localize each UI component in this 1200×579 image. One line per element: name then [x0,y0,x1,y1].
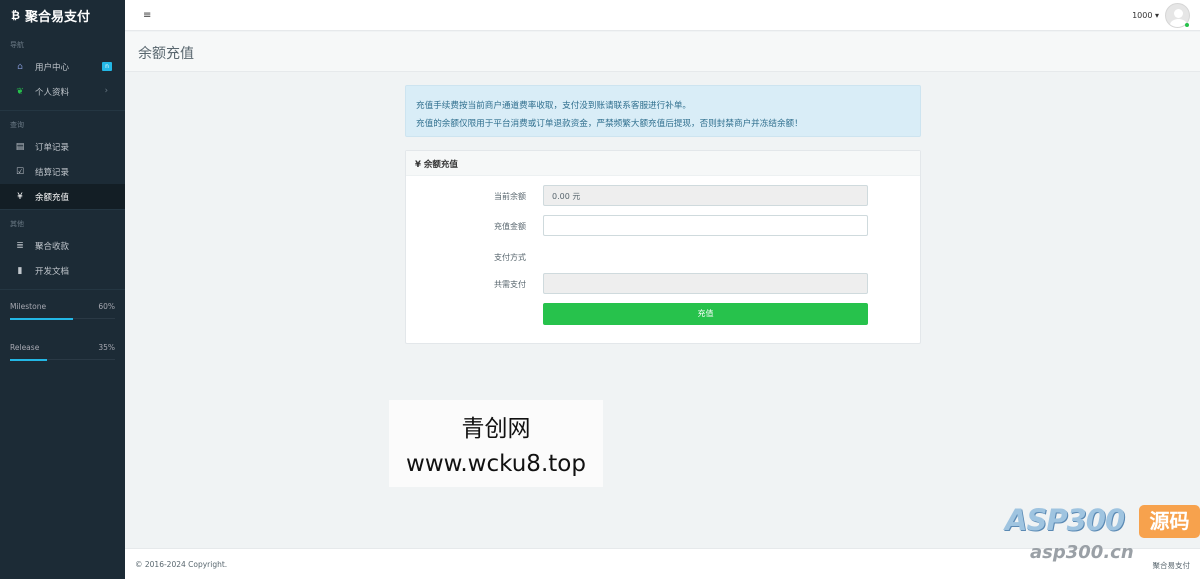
sidebar-item-orders[interactable]: ▤ 订单记录 [0,134,125,159]
method-row: 支付方式 [406,246,922,268]
leaf-icon: ❦ [16,86,24,97]
yen-icon: ¥ [17,191,23,202]
brand[interactable]: ₿ 聚合易支付 [0,0,125,31]
sidebar-item-label: 订单记录 [35,142,70,153]
sidebar-item-label: 余额充值 [35,192,70,203]
sidebar: ₿ 聚合易支付 导航 ⌂ 用户中心 n ❦ 个人资料 › 查询 ▤ 订单记录 ☑… [0,0,125,579]
new-badge: n [102,62,112,71]
amount-input[interactable] [543,215,868,236]
home-icon: ⌂ [17,61,23,72]
check-square-icon: ☑ [15,166,25,177]
asp300-url: asp300.cn [1030,542,1134,563]
sidebar-item-user-center[interactable]: ⌂ 用户中心 n [0,54,125,79]
total-row: 共需支付 [406,273,922,295]
menu-toggle-icon[interactable]: ≡ [143,10,151,21]
nav-heading: 导航 [10,41,24,49]
recharge-panel: ¥ 余额充值 当前余额 0.00 元 充值金额 支付方式 共需支付 充值 [405,150,921,344]
progress-fill [10,359,47,361]
sidebar-item-label: 开发文档 [35,266,70,277]
page-title: 余额充值 [138,46,194,62]
sidebar-item-profile[interactable]: ❦ 个人资料 › [0,79,125,104]
progress-bar [10,318,115,320]
list-alt-icon: ≣ [16,240,24,251]
current-balance-field: 0.00 元 [543,185,868,206]
notice-alert: 充值手续费按当前商户通道费率收取，支付没到账请联系客服进行补单。 充值的余额仅限… [405,85,921,137]
nav-heading: 其他 [10,220,24,228]
amount-label: 充值金额 [494,222,526,231]
asp300-badge: 源码 [1139,505,1200,538]
top-bar: ≡ 1000 ▾ [125,0,1200,31]
asp300-logo: ASP300 [1005,503,1125,537]
list-icon: ▤ [15,141,25,152]
milestone-progress: Milestone 60% [0,302,125,320]
online-status-dot [1185,23,1189,27]
sidebar-item-recharge[interactable]: ¥ 余额充值 [0,184,125,209]
sidebar-item-label: 聚合收款 [35,241,70,252]
progress-bar [10,359,115,361]
divider [0,289,125,290]
amount-row: 充值金额 [406,215,922,237]
brand-name: 聚合易支付 [24,10,90,25]
sidebar-item-docs[interactable]: ▮ 开发文档 [0,258,125,283]
copyright: © 2016-2024 Copyright. [135,560,228,569]
nav-heading: 查询 [10,121,24,129]
progress-fill [10,318,73,320]
book-icon: ▮ [17,265,23,276]
user-dropdown[interactable]: 1000 ▾ [1132,11,1159,20]
page-header: 余额充值 [125,32,1200,72]
notice-line-2: 充值的余额仅限用于平台消费或订单退款资金，严禁频繁大额充值后提现，否则封禁商户并… [416,119,803,129]
sidebar-item-settlements[interactable]: ☑ 结算记录 [0,159,125,184]
sidebar-item-label: 个人资料 [35,87,70,98]
payment-method-label: 支付方式 [494,253,526,262]
avatar-head [1174,9,1183,18]
total-label: 共需支付 [494,280,526,289]
progress-value: 60% [98,302,115,311]
progress-label: Release [10,343,40,352]
watermark-line-1: 青创网 [461,416,531,442]
footer-brand: 聚合易支付 [1152,561,1191,570]
total-field [543,273,868,294]
chevron-right-icon: › [104,86,108,96]
sidebar-item-label: 用户中心 [35,62,70,73]
current-balance-row: 当前余额 0.00 元 [406,185,922,207]
current-balance-label: 当前余额 [494,192,526,201]
recharge-button[interactable]: 充值 [543,303,868,325]
watermark-box: 青创网 www.wcku8.top [389,400,603,487]
sidebar-item-label: 结算记录 [35,167,70,178]
panel-title: ¥ 余额充值 [406,151,920,176]
bitcoin-icon: ₿ [11,9,20,22]
progress-value: 35% [98,343,115,352]
sidebar-item-collect[interactable]: ≣ 聚合收款 [0,233,125,258]
notice-line-1: 充值手续费按当前商户通道费率收取，支付没到账请联系客服进行补单。 [416,101,692,111]
progress-label: Milestone [10,302,47,311]
release-progress: Release 35% [0,343,125,361]
watermark-line-2: www.wcku8.top [406,451,586,477]
